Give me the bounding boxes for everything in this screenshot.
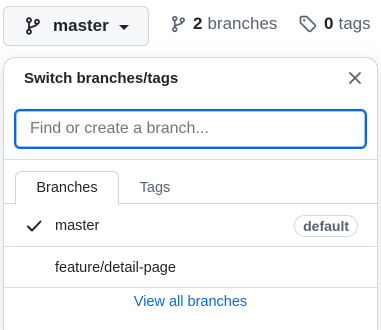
- divider: [4, 159, 377, 160]
- branch-item-feature-detail-page[interactable]: feature/detail-page: [4, 247, 377, 289]
- branch-search-box[interactable]: [14, 109, 367, 149]
- tag-icon: [299, 15, 317, 33]
- panel-header: Switch branches/tags: [4, 58, 377, 100]
- branch-search-input[interactable]: [16, 111, 365, 147]
- default-badge: default: [294, 215, 358, 237]
- tab-branches[interactable]: Branches: [15, 171, 119, 205]
- tags-count: 0: [324, 14, 334, 33]
- divider: [4, 287, 377, 288]
- current-branch-label: master: [53, 16, 109, 35]
- tags-count-link[interactable]: 0 tags: [299, 14, 371, 34]
- branch-item-master[interactable]: master default: [4, 205, 377, 247]
- repo-toolbar: master 2 branches 0 tags: [0, 0, 381, 52]
- check-icon: [26, 218, 42, 234]
- view-all-branches-link[interactable]: View all branches: [4, 294, 377, 318]
- branch-name: feature/detail-page: [55, 260, 176, 276]
- close-icon: [348, 71, 362, 85]
- branches-count: 2: [193, 14, 203, 33]
- close-button[interactable]: [346, 69, 364, 87]
- branch-switcher-panel: Switch branches/tags Branches Tags maste…: [3, 57, 378, 330]
- branch-tag-tabs: Branches Tags: [4, 171, 377, 205]
- tab-tags[interactable]: Tags: [120, 171, 190, 204]
- branch-select-button[interactable]: master: [3, 6, 149, 46]
- branch-name: master: [55, 217, 100, 234]
- chevron-down-icon: [118, 24, 129, 30]
- git-branch-icon: [171, 15, 186, 33]
- branches-label: branches: [207, 14, 278, 33]
- branches-count-link[interactable]: 2 branches: [171, 14, 277, 34]
- git-branch-icon: [25, 17, 41, 35]
- panel-title: Switch branches/tags: [24, 70, 179, 87]
- tags-label: tags: [338, 14, 371, 33]
